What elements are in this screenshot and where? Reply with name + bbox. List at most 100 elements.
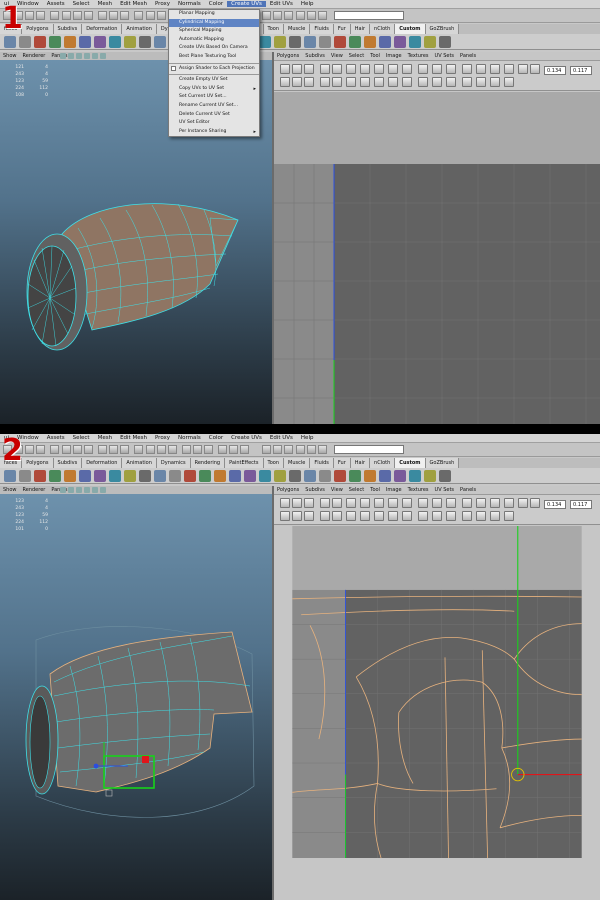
uv-tool-icon[interactable] <box>304 498 314 508</box>
uv-tool-icon[interactable] <box>504 77 514 87</box>
menu-normals[interactable]: Normals <box>174 1 205 7</box>
uv-menu-select[interactable]: Select <box>346 487 367 493</box>
menu-proxy[interactable]: Proxy <box>151 435 174 441</box>
shelf-tool-icon[interactable] <box>379 36 391 48</box>
uv-tool-icon[interactable] <box>280 511 290 521</box>
shelf-tool-icon[interactable] <box>199 470 211 482</box>
shelf-tool-icon[interactable] <box>259 470 271 482</box>
uv-tool-icon[interactable] <box>462 77 472 87</box>
shelf-tab-polygons[interactable]: Polygons <box>22 458 54 468</box>
uv-tool-icon[interactable] <box>346 511 356 521</box>
shelf-tab-toon[interactable]: Toon <box>263 458 284 468</box>
status-line-button[interactable] <box>84 11 93 20</box>
uv-tool-icon[interactable] <box>402 511 412 521</box>
uv-tool-icon[interactable] <box>476 64 486 74</box>
status-line-button[interactable] <box>84 445 93 454</box>
status-line-button[interactable] <box>98 445 107 454</box>
shelf-tool-icon[interactable] <box>274 36 286 48</box>
uv-v-field[interactable]: 0.117 <box>570 66 592 75</box>
shelf-tool-icon[interactable] <box>79 36 91 48</box>
status-line-button[interactable] <box>307 445 316 454</box>
status-line-button[interactable] <box>73 11 82 20</box>
uv-menu-textures[interactable]: Textures <box>405 53 432 59</box>
uv-tool-icon[interactable] <box>418 77 428 87</box>
status-line-button[interactable] <box>262 11 271 20</box>
uv-menu-panels[interactable]: Panels <box>457 487 479 493</box>
menu-item-best-plane-texturing-tool[interactable]: Best Plane Texturing Tool <box>169 53 259 62</box>
uv-tool-icon[interactable] <box>476 77 486 87</box>
shelf-tool-icon[interactable] <box>244 470 256 482</box>
menu-assets[interactable]: Assets <box>43 1 69 7</box>
uv-tool-icon[interactable] <box>320 498 330 508</box>
shelf-tool-icon[interactable] <box>379 470 391 482</box>
shelf-tab-deformation[interactable]: Deformation <box>82 24 123 34</box>
menu-assets[interactable]: Assets <box>43 435 69 441</box>
uv-tool-icon[interactable] <box>292 77 302 87</box>
status-line-button[interactable] <box>109 445 118 454</box>
shelf-tool-icon[interactable] <box>304 470 316 482</box>
menu-normals[interactable]: Normals <box>174 435 205 441</box>
uv-tool-icon[interactable] <box>402 64 412 74</box>
uv-tool-icon[interactable] <box>418 64 428 74</box>
status-line-button[interactable] <box>273 445 282 454</box>
uv-tool-icon[interactable] <box>320 511 330 521</box>
status-line-button[interactable] <box>307 11 316 20</box>
uv-tool-icon[interactable] <box>332 77 342 87</box>
status-line-button[interactable] <box>50 11 59 20</box>
shelf-tool-icon[interactable] <box>109 470 121 482</box>
uv-tool-icon[interactable] <box>432 77 442 87</box>
uv-tool-icon[interactable] <box>280 498 290 508</box>
mesh-body[interactable] <box>61 203 239 331</box>
shelf-tool-icon[interactable] <box>439 470 451 482</box>
shelf-tool-icon[interactable] <box>34 36 46 48</box>
shelf-tool-icon[interactable] <box>124 36 136 48</box>
menu-item-create-empty-uv-set[interactable]: Create Empty UV Set <box>169 76 259 85</box>
menu-help[interactable]: Help <box>297 435 318 441</box>
menu-item-copy-uvs-to-uv-set[interactable]: Copy UVs to UV Set ▸ <box>169 85 259 94</box>
uv-tool-icon[interactable] <box>388 64 398 74</box>
uv-tool-icon[interactable] <box>462 64 472 74</box>
uv-menu-textures[interactable]: Textures <box>405 487 432 493</box>
status-line-button[interactable] <box>120 445 129 454</box>
shelf-tab-dynamics[interactable]: Dynamics <box>156 458 191 468</box>
uv-menu-uv-sets[interactable]: UV Sets <box>432 53 458 59</box>
status-line-button[interactable] <box>109 11 118 20</box>
status-line-button[interactable] <box>157 11 166 20</box>
shelf-tab-animation[interactable]: Animation <box>122 458 157 468</box>
menu-item-create-uvs-based-on-camera[interactable]: Create UVs Based On Camera <box>169 44 259 53</box>
shelf-tab-subdivs[interactable]: Subdivs <box>53 24 83 34</box>
shelf-tool-icon[interactable] <box>409 470 421 482</box>
menu-item-planar-mapping[interactable]: Planar Mapping <box>169 10 259 19</box>
menu-edit-uvs[interactable]: Edit UVs <box>266 1 297 7</box>
uv-tool-icon[interactable] <box>476 511 486 521</box>
shelf-tool-icon[interactable] <box>364 36 376 48</box>
shelf-tab-custom[interactable]: Custom <box>395 458 426 468</box>
uv-tool-icon[interactable] <box>504 64 514 74</box>
mesh-wireframe[interactable] <box>0 486 272 900</box>
option-box-icon[interactable] <box>171 65 176 71</box>
shelf-tab-ncloth[interactable]: nCloth <box>370 458 396 468</box>
menu-edit-mesh[interactable]: Edit Mesh <box>116 1 151 7</box>
uv-menu-polygons[interactable]: Polygons <box>274 53 302 59</box>
shelf-tool-icon[interactable] <box>349 470 361 482</box>
status-line-button[interactable] <box>182 445 191 454</box>
uv-tool-icon[interactable] <box>462 511 472 521</box>
uv-tool-icon[interactable] <box>490 498 500 508</box>
shelf-tool-icon[interactable] <box>94 470 106 482</box>
menu-item-rename-current-uv-set[interactable]: Rename Current UV Set... <box>169 102 259 111</box>
status-line-button[interactable] <box>146 11 155 20</box>
shelf-tab-rendering[interactable]: Rendering <box>190 458 226 468</box>
shelf-tool-icon[interactable] <box>439 36 451 48</box>
uv-tool-icon[interactable] <box>304 64 314 74</box>
shelf-tool-icon[interactable] <box>124 470 136 482</box>
uv-tool-icon[interactable] <box>418 511 428 521</box>
menu-color[interactable]: Color <box>205 1 227 7</box>
shelf-tab-gozbrush[interactable]: GoZBrush <box>425 458 460 468</box>
uv-grid-canvas[interactable] <box>274 92 600 424</box>
uv-menu-select[interactable]: Select <box>346 53 367 59</box>
uv-tool-icon[interactable] <box>360 511 370 521</box>
uv-tool-icon[interactable] <box>320 64 330 74</box>
status-line-button[interactable] <box>318 445 327 454</box>
menu-select[interactable]: Select <box>69 1 94 7</box>
shelf-tool-icon[interactable] <box>229 470 241 482</box>
